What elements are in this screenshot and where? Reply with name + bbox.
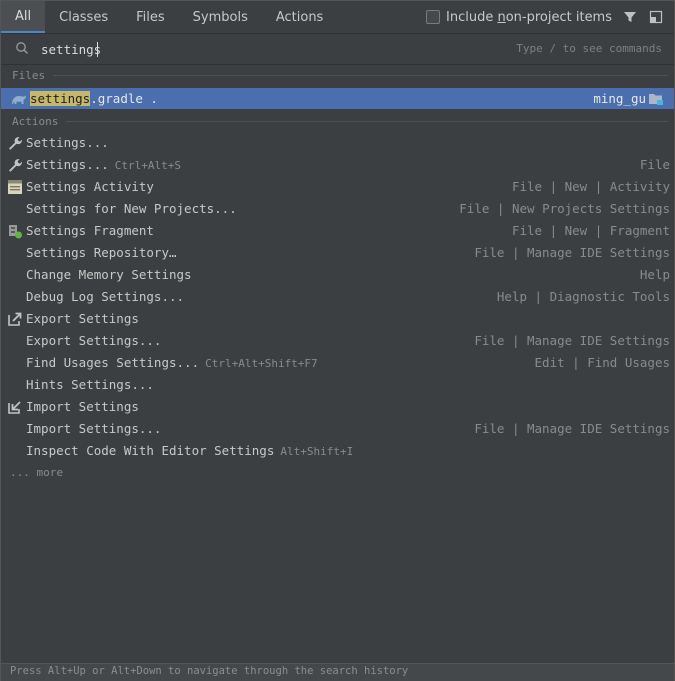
module-folder-icon <box>648 92 664 109</box>
action-title-text: Settings... <box>26 157 109 172</box>
search-bar: Type / to see commands <box>1 33 674 65</box>
action-title-text: Export Settings... <box>26 333 162 348</box>
action-title-text: Find Usages Settings... <box>26 355 200 370</box>
checkbox-label: Include non-project items <box>446 9 612 25</box>
action-title-text: Debug Log Settings... <box>26 289 185 304</box>
include-non-project-checkbox[interactable]: Include non-project items <box>426 10 612 25</box>
action-title: Debug Log Settings... <box>26 289 184 304</box>
action-item-find-usages-settings[interactable]: Find Usages Settings... Ctrl+Alt+Shift+F7… <box>1 352 674 374</box>
divider <box>66 120 668 122</box>
file-location: ming_gu <box>593 91 646 106</box>
filter-icon[interactable] <box>622 9 638 25</box>
action-item-debug-log-settings[interactable]: Debug Log Settings... Help | Diagnostic T… <box>1 286 674 308</box>
action-item-settings-repository[interactable]: Settings Repository… File | Manage IDE Se… <box>1 242 674 264</box>
more-results-link[interactable]: ... more <box>10 466 63 479</box>
tab-files[interactable]: Files <box>122 1 179 33</box>
action-item-settings[interactable]: Settings... Ctrl+Alt+S File <box>1 154 674 176</box>
action-item-export-settings[interactable]: Export Settings... File | Manage IDE Sett… <box>1 330 674 352</box>
action-shortcut: Ctrl+Alt+S <box>114 159 182 172</box>
wrench-icon <box>7 157 23 173</box>
footer-hint: Press Alt+Up or Alt+Down to navigate thr… <box>10 665 409 677</box>
action-item-hints-settings[interactable]: Hints Settings... <box>1 374 674 396</box>
action-item-settings-activity[interactable]: Settings Activity File | New | Activity <box>1 176 674 198</box>
file-name: settings.gradle . <box>30 91 158 106</box>
gradle-file-icon <box>11 93 27 108</box>
action-title: Export Settings... <box>26 333 161 348</box>
action-item-settings-for-new-projects[interactable]: Settings for New Projects... File | New P… <box>1 198 674 220</box>
action-title-text: Settings... <box>26 135 109 150</box>
file-result-settings-gradle[interactable]: settings.gradle . ming_gu <box>1 88 674 109</box>
action-title: Settings... <box>26 135 109 150</box>
action-item-settings[interactable]: Settings... <box>1 132 674 154</box>
action-title: Settings... Ctrl+Alt+S <box>26 157 181 172</box>
action-title: Hints Settings... <box>26 377 154 392</box>
action-shortcut: Alt+Shift+I <box>280 445 354 458</box>
action-group-path: Help | Diagnostic Tools <box>496 289 670 304</box>
match-highlight: settings <box>30 91 91 106</box>
action-title: Settings Repository… <box>26 245 177 260</box>
activity-icon <box>7 179 23 195</box>
action-title-text: Settings Fragment <box>26 223 154 238</box>
action-item-settings-fragment[interactable]: Settings Fragment File | New | Fragment <box>1 220 674 242</box>
action-title-text: Import Settings... <box>26 421 162 436</box>
action-group-path: Edit | Find Usages <box>534 355 670 370</box>
search-icon <box>15 41 29 58</box>
action-title-text: Export Settings <box>26 311 139 326</box>
action-group-path: Help <box>639 267 670 282</box>
section-label: Files <box>12 68 46 82</box>
action-title-text: Settings for New Projects... <box>26 201 237 216</box>
divider <box>53 74 668 76</box>
action-title-text: Inspect Code With Editor Settings <box>26 443 275 458</box>
action-title-text: Import Settings <box>26 399 139 414</box>
action-group-path: File | New Projects Settings <box>459 201 670 216</box>
action-group-path: File | New | Activity <box>511 179 670 194</box>
action-item-inspect-code-with-editor-settings[interactable]: Inspect Code With Editor Settings Alt+Shi… <box>1 440 674 462</box>
section-actions-header: Actions <box>1 112 674 130</box>
search-input[interactable] <box>41 40 461 58</box>
action-group-path: File | Manage IDE Settings <box>474 421 670 436</box>
action-group-path: File <box>639 157 670 172</box>
action-item-change-memory-settings[interactable]: Change Memory Settings Help <box>1 264 674 286</box>
action-title: Settings for New Projects... <box>26 201 237 216</box>
action-title-text: Hints Settings... <box>26 377 154 392</box>
action-title-text: Change Memory Settings <box>26 267 192 282</box>
section-label: Actions <box>12 114 59 128</box>
action-item-import-settings[interactable]: Import Settings <box>1 396 674 418</box>
action-title: Export Settings <box>26 311 139 326</box>
action-group-path: File | New | Fragment <box>511 223 670 238</box>
action-shortcut: Ctrl+Alt+Shift+F7 <box>205 357 318 370</box>
action-group-path: File | Manage IDE Settings <box>474 245 670 260</box>
action-title: Import Settings <box>26 399 139 414</box>
action-group-path: File | Manage IDE Settings <box>474 333 670 348</box>
action-title: Change Memory Settings <box>26 267 192 282</box>
status-footer: Press Alt+Up or Alt+Down to navigate thr… <box>1 663 674 681</box>
checkbox-box[interactable] <box>426 10 440 24</box>
open-in-find-window-icon[interactable] <box>648 9 664 25</box>
action-title: Import Settings... <box>26 421 161 436</box>
action-item-export-settings[interactable]: Export Settings <box>1 308 674 330</box>
tab-symbols[interactable]: Symbols <box>179 1 262 33</box>
action-title: Inspect Code With Editor Settings Alt+Shi… <box>26 443 353 458</box>
action-item-import-settings[interactable]: Import Settings... File | Manage IDE Sett… <box>1 418 674 440</box>
import-icon <box>7 399 23 415</box>
fragment-icon <box>7 223 23 239</box>
text-caret <box>97 42 98 57</box>
action-title-text: Settings Activity <box>26 179 154 194</box>
export-icon <box>7 311 23 327</box>
action-title: Settings Fragment <box>26 223 154 238</box>
section-files-header: Files <box>1 66 674 84</box>
search-everywhere-popup: All Classes Files Symbols Actions Includ… <box>0 0 675 681</box>
tab-all[interactable]: All <box>1 1 46 33</box>
wrench-icon <box>7 135 23 151</box>
scope-tabs: All Classes Files Symbols Actions Includ… <box>1 1 674 33</box>
tab-classes[interactable]: Classes <box>45 1 122 33</box>
tab-actions[interactable]: Actions <box>262 1 338 33</box>
action-title: Settings Activity <box>26 179 154 194</box>
commands-hint: Type / to see commands <box>516 42 662 55</box>
action-title-text: Settings Repository… <box>26 245 177 260</box>
action-title: Find Usages Settings... Ctrl+Alt+Shift+F7 <box>26 355 318 370</box>
